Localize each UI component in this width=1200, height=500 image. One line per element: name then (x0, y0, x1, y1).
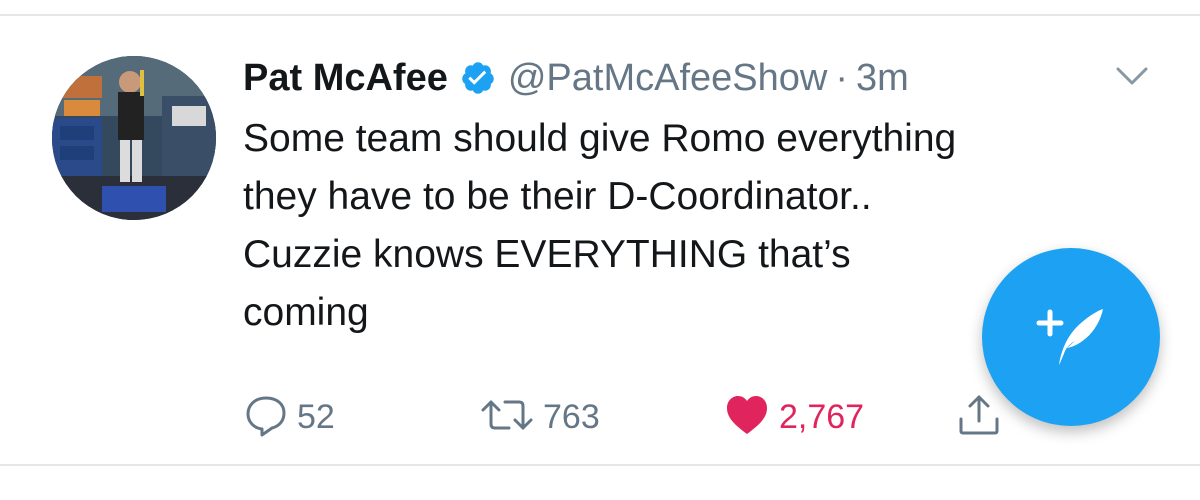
retweet-count: 763 (543, 397, 600, 436)
reply-button[interactable]: 52 (243, 392, 335, 442)
like-count: 2,767 (779, 397, 865, 436)
share-icon (955, 391, 1003, 444)
divider-bottom (0, 464, 1200, 466)
compose-tweet-button[interactable] (982, 248, 1160, 426)
tweet-text-line: Some team should give Romo everything (243, 117, 957, 160)
avatar-photo (52, 56, 216, 220)
reply-count: 52 (297, 397, 335, 436)
display-name[interactable]: Pat McAfee (243, 57, 448, 100)
handle[interactable]: @PatMcAfeeShow (508, 57, 828, 100)
verified-badge-icon (460, 60, 496, 96)
tweet-header: Pat McAfee @PatMcAfeeShow · 3m (243, 52, 909, 104)
share-button[interactable] (955, 392, 1003, 442)
retweet-button[interactable]: 763 (479, 392, 600, 442)
timestamp[interactable]: 3m (856, 57, 909, 100)
tweet-text-line: they have to be their D-Coordinator.. (243, 175, 872, 218)
separator-dot: · (835, 56, 848, 99)
heart-icon (723, 392, 771, 443)
reply-icon (243, 392, 289, 443)
divider-top (0, 14, 1200, 16)
compose-tweet-icon (1031, 295, 1111, 380)
tweet-actions: 52 763 2,767 (243, 392, 1023, 442)
chevron-down-icon[interactable] (1114, 64, 1150, 88)
like-button[interactable]: 2,767 (723, 392, 864, 442)
tweet-screen: Pat McAfee @PatMcAfeeShow · 3m Some team… (0, 0, 1200, 500)
avatar[interactable] (52, 56, 216, 220)
retweet-icon (479, 392, 535, 443)
